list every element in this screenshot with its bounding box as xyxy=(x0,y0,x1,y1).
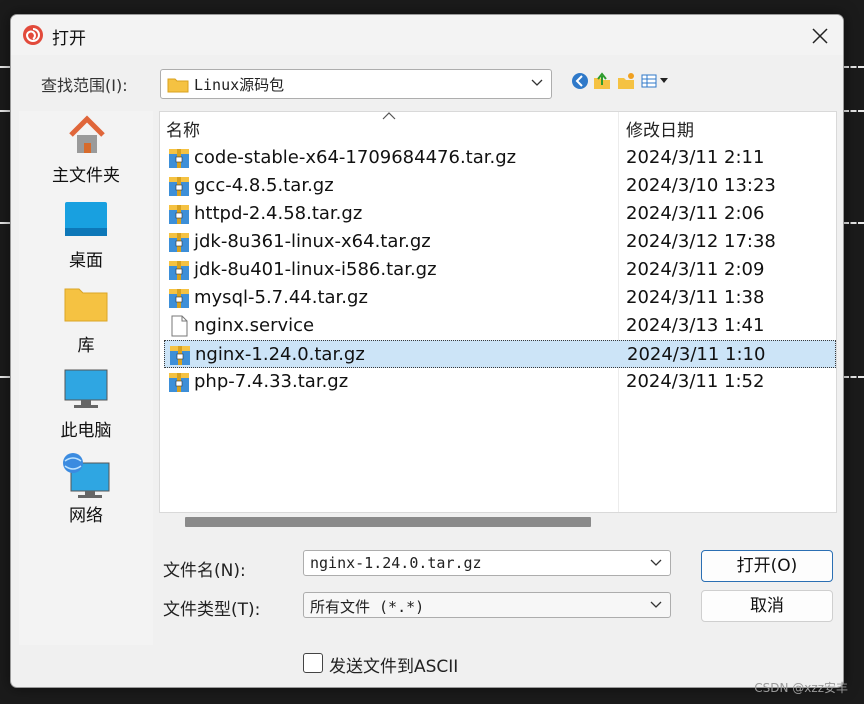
archive-icon xyxy=(169,344,191,370)
look-in-value: Linux源码包 xyxy=(194,76,285,94)
file-row[interactable]: code-stable-x64-1709684476.tar.gz 2024/3/… xyxy=(164,144,836,172)
place-network[interactable]: 网络 xyxy=(19,451,153,531)
file-name: jdk-8u361-linux-x64.tar.gz xyxy=(194,231,431,252)
archive-icon xyxy=(168,371,190,397)
chevron-down-icon xyxy=(650,601,662,608)
file-icon xyxy=(168,315,190,341)
folder-icon xyxy=(167,78,189,93)
app-spiral-icon xyxy=(23,25,43,45)
back-icon[interactable] xyxy=(571,72,589,90)
archive-icon xyxy=(168,259,190,285)
file-row[interactable]: httpd-2.4.58.tar.gz 2024/3/11 2:06 xyxy=(164,200,836,228)
archive-icon xyxy=(168,147,190,173)
background-dash xyxy=(843,66,864,70)
file-name: nginx.service xyxy=(194,315,315,336)
place-home[interactable]: 主文件夹 xyxy=(19,111,153,191)
chevron-down-icon xyxy=(531,79,543,86)
file-name: mysql-5.7.44.tar.gz xyxy=(194,287,368,308)
ascii-checkbox-label[interactable]: 发送文件到ASCII xyxy=(329,652,458,677)
place-label: 主文件夹 xyxy=(52,166,120,186)
column-header-name[interactable]: 名称 xyxy=(166,116,200,144)
archive-icon xyxy=(168,175,190,201)
file-name: nginx-1.24.0.tar.gz xyxy=(195,344,365,365)
archive-icon xyxy=(168,203,190,229)
desktop-icon xyxy=(65,202,107,236)
place-label: 网络 xyxy=(69,506,103,526)
file-row[interactable]: jdk-8u401-linux-i586.tar.gz 2024/3/11 2:0… xyxy=(164,256,836,284)
file-name: httpd-2.4.58.tar.gz xyxy=(194,203,363,224)
open-file-dialog: 打开 查找范围(I): Linux源码包 主文件夹 桌面 库 此电脑 网络 名称… xyxy=(10,14,844,688)
filetype-dropdown[interactable]: 所有文件 (*.*) xyxy=(303,592,671,618)
archive-icon xyxy=(168,231,190,257)
filename-label: 文件名(N): xyxy=(163,561,246,581)
home-icon xyxy=(69,115,105,153)
archive-icon xyxy=(168,287,190,313)
file-name: code-stable-x64-1709684476.tar.gz xyxy=(194,147,517,168)
close-icon xyxy=(812,28,828,44)
place-desktop[interactable]: 桌面 xyxy=(19,196,153,276)
file-row[interactable]: nginx-1.24.0.tar.gz 2024/3/11 1:10 xyxy=(164,340,836,368)
background-dash xyxy=(0,222,10,226)
filename-combo[interactable]: nginx-1.24.0.tar.gz xyxy=(303,550,671,576)
place-label: 此电脑 xyxy=(60,421,112,441)
file-date: 2024/3/10 13:23 xyxy=(626,175,776,196)
sort-ascending-icon xyxy=(382,112,396,120)
filetype-value: 所有文件 (*.*) xyxy=(310,598,425,616)
file-name: php-7.4.33.tar.gz xyxy=(194,371,349,392)
ascii-checkbox[interactable] xyxy=(303,653,323,673)
place-this-pc[interactable]: 此电脑 xyxy=(19,366,153,446)
network-icon xyxy=(63,453,110,498)
close-button[interactable] xyxy=(803,19,837,53)
file-date: 2024/3/11 1:10 xyxy=(627,344,766,365)
place-label: 桌面 xyxy=(69,251,103,271)
horizontal-scrollbar[interactable] xyxy=(185,517,591,527)
look-in-dropdown[interactable]: Linux源码包 xyxy=(160,69,552,99)
file-name: jdk-8u401-linux-i586.tar.gz xyxy=(194,259,437,280)
background-dash xyxy=(0,376,10,380)
file-date: 2024/3/12 17:38 xyxy=(626,231,776,252)
file-date: 2024/3/11 1:52 xyxy=(626,371,765,392)
view-menu-icon[interactable] xyxy=(641,72,671,90)
library-folder-icon xyxy=(64,288,108,322)
column-header-date[interactable]: 修改日期 xyxy=(626,116,694,144)
filetype-label: 文件类型(T): xyxy=(163,600,261,620)
file-date: 2024/3/11 2:06 xyxy=(626,203,765,224)
up-folder-icon[interactable] xyxy=(593,72,611,90)
background-dash xyxy=(843,110,864,114)
place-label: 库 xyxy=(77,336,95,356)
file-row[interactable]: jdk-8u361-linux-x64.tar.gz 2024/3/12 17:3… xyxy=(164,228,836,256)
open-button[interactable]: 打开(O) xyxy=(701,550,833,582)
look-in-label: 查找范围(I): xyxy=(41,76,128,95)
dialog-title: 打开 xyxy=(52,29,86,49)
place-library[interactable]: 库 xyxy=(19,281,153,361)
chevron-down-icon[interactable] xyxy=(650,559,662,567)
file-row[interactable]: gcc-4.8.5.tar.gz 2024/3/10 13:23 xyxy=(164,172,836,200)
file-date: 2024/3/13 1:41 xyxy=(626,315,765,336)
file-date: 2024/3/11 1:38 xyxy=(626,287,765,308)
new-folder-icon[interactable] xyxy=(617,72,635,90)
file-date: 2024/3/11 2:11 xyxy=(626,147,765,168)
background-dash xyxy=(843,376,864,380)
file-row[interactable]: mysql-5.7.44.tar.gz 2024/3/11 1:38 xyxy=(164,284,836,312)
file-date: 2024/3/11 2:09 xyxy=(626,259,765,280)
file-row[interactable]: nginx.service 2024/3/13 1:41 xyxy=(164,312,836,340)
file-name: gcc-4.8.5.tar.gz xyxy=(194,175,334,196)
background-dash xyxy=(0,66,10,70)
background-dash xyxy=(843,222,864,226)
watermark: CSDN @xzz安丰 xyxy=(754,681,848,695)
background-dash xyxy=(0,110,10,114)
computer-icon xyxy=(64,369,108,408)
title-bar[interactable]: 打开 xyxy=(11,15,843,55)
filename-value: nginx-1.24.0.tar.gz xyxy=(310,554,482,572)
file-list[interactable]: 名称 修改日期 code-stable-x64-1709684476.tar.g… xyxy=(159,111,837,513)
places-bar: 主文件夹 桌面 库 此电脑 网络 xyxy=(19,111,153,645)
cancel-button[interactable]: 取消 xyxy=(701,590,833,622)
file-row[interactable]: php-7.4.33.tar.gz 2024/3/11 1:52 xyxy=(164,368,836,396)
